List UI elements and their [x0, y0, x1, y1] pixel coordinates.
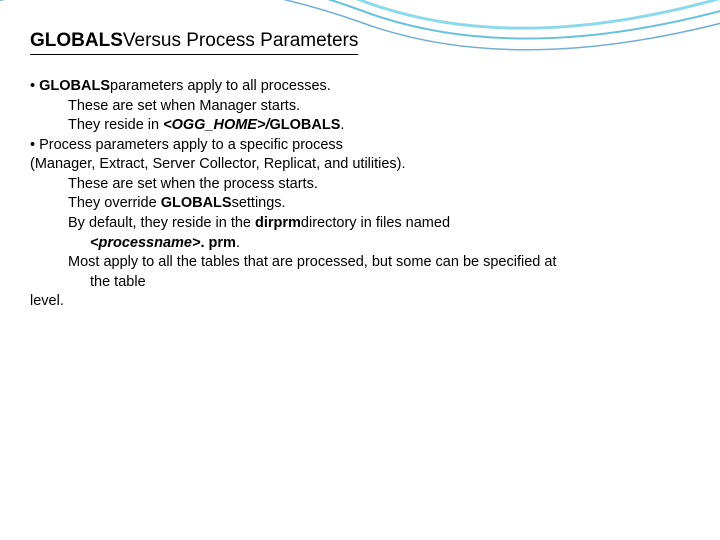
text: They override: [68, 195, 161, 211]
text: These are set when Manager starts.: [68, 98, 300, 114]
text: parameters apply to all processes.: [110, 78, 331, 94]
text: the table: [90, 274, 146, 290]
body-text: • GLOBALSparameters apply to all process…: [30, 77, 690, 312]
text: They reside in: [68, 117, 163, 133]
page-title: GLOBALSVersus Process Parameters: [30, 30, 358, 55]
text-bold: dirprm: [255, 215, 301, 231]
text: .: [236, 235, 240, 251]
text: .: [340, 117, 344, 133]
text-bold: . prm: [200, 235, 235, 251]
text-italic-bold: <processname>: [90, 235, 200, 251]
title-reg: Versus Process Parameters: [123, 30, 358, 51]
text-bold: GLOBALS: [39, 78, 110, 94]
line-12: level.: [30, 292, 690, 312]
text: settings.: [232, 195, 286, 211]
line-9: <processname>. prm.: [30, 234, 690, 254]
title-bold: GLOBALS: [30, 30, 123, 51]
line-8: By default, they reside in the dirprmdir…: [30, 214, 690, 234]
text: By default, they reside in the: [68, 215, 255, 231]
line-2: These are set when Manager starts.: [30, 97, 690, 117]
bullet: •: [30, 78, 39, 94]
text: (Manager, Extract, Server Collector, Rep…: [30, 156, 406, 172]
text: These are set when the process starts.: [68, 176, 318, 192]
line-11: the table: [30, 273, 690, 293]
line-10: Most apply to all the tables that are pr…: [30, 253, 690, 273]
line-1: • GLOBALSparameters apply to all process…: [30, 77, 690, 97]
text-bold: GLOBALS: [269, 117, 340, 133]
line-5: (Manager, Extract, Server Collector, Rep…: [30, 155, 690, 175]
text-italic-bold: <OGG_HOME>/: [163, 117, 269, 133]
line-6: These are set when the process starts.: [30, 175, 690, 195]
text-bold: GLOBALS: [161, 195, 232, 211]
text: level.: [30, 293, 64, 309]
text: Most apply to all the tables that are pr…: [68, 254, 556, 270]
line-3: They reside in <OGG_HOME>/GLOBALS.: [30, 116, 690, 136]
text: • Process parameters apply to a specific…: [30, 137, 343, 153]
text: directory in files named: [301, 215, 450, 231]
line-7: They override GLOBALSsettings.: [30, 194, 690, 214]
line-4: • Process parameters apply to a specific…: [30, 136, 690, 156]
